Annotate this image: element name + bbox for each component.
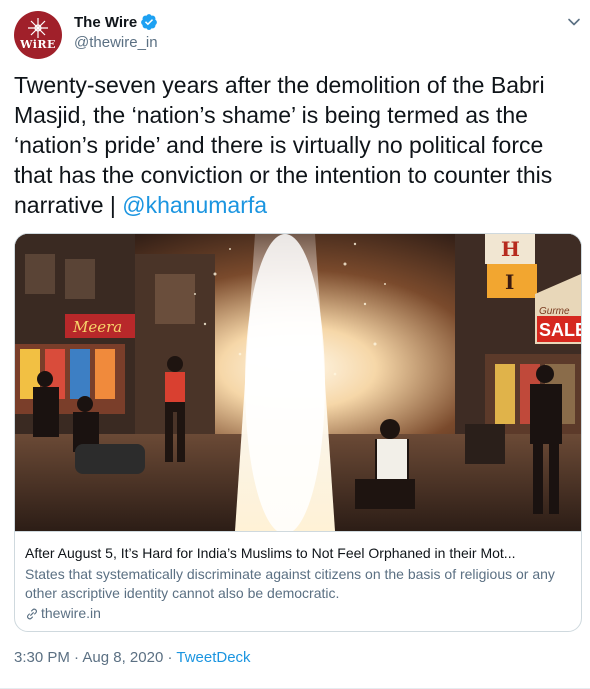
avatar[interactable]: WiRE: [14, 11, 62, 59]
card-description: States that systematically discriminate …: [25, 566, 555, 601]
tweet-meta: 3:30 PM · Aug 8, 2020 · TweetDeck: [14, 649, 251, 666]
card-body: After August 5, It’s Hard for India’s Mu…: [15, 531, 581, 631]
card-domain-text: thewire.in: [41, 605, 101, 621]
tweet-time[interactable]: 3:30 PM: [14, 649, 70, 666]
celebration-street-photo: Meera H I Gurme SALE: [15, 234, 581, 531]
tweet-body: Twenty-seven years after the demolition …: [14, 72, 553, 218]
tweet-text: Twenty-seven years after the demolition …: [14, 70, 579, 220]
tweet: WiRE The Wire @thewire_in Twenty-seven y…: [0, 0, 590, 689]
sale-sign: SALE: [539, 320, 581, 340]
tweet-date[interactable]: Aug 8, 2020: [82, 649, 163, 666]
avatar-logo-text: WiRE: [20, 38, 56, 51]
gourmet-sign: Gurme: [539, 306, 570, 317]
shop-sign: Meera: [72, 318, 122, 336]
meta-separator: ·: [69, 649, 83, 666]
chevron-down-icon[interactable]: [566, 14, 582, 30]
hotel-letter-h: H: [501, 237, 520, 261]
hotel-letter-i: I: [505, 270, 514, 294]
card-title[interactable]: After August 5, It’s Hard for India’s Mu…: [25, 544, 571, 563]
display-name[interactable]: The Wire: [74, 14, 137, 31]
tweet-source[interactable]: TweetDeck: [176, 649, 250, 666]
verified-badge-icon: [141, 14, 158, 30]
card-image[interactable]: Meera H I Gurme SALE: [15, 234, 581, 531]
link-card[interactable]: Meera H I Gurme SALE: [14, 233, 582, 632]
mention-link[interactable]: @khanumarfa: [122, 192, 267, 218]
name-row: The Wire: [74, 13, 158, 31]
wire-logo-icon: [28, 18, 48, 38]
link-icon: [27, 608, 37, 619]
card-domain[interactable]: thewire.in: [25, 604, 571, 623]
handle[interactable]: @thewire_in: [74, 34, 158, 51]
meta-separator: ·: [163, 649, 177, 666]
